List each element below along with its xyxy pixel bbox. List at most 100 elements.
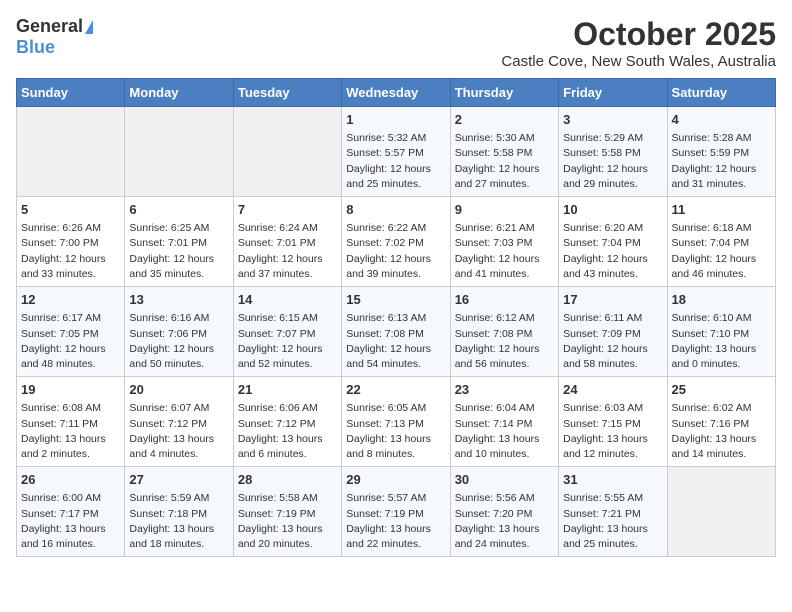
cell-content: Sunrise: 6:20 AM Sunset: 7:04 PM Dayligh… [563,221,662,282]
day-number: 15 [346,291,445,309]
cell-content: Sunrise: 6:22 AM Sunset: 7:02 PM Dayligh… [346,221,445,282]
calendar-cell: 2 Sunrise: 5:30 AM Sunset: 5:58 PM Daylig… [450,107,558,197]
cell-content: Sunrise: 6:12 AM Sunset: 7:08 PM Dayligh… [455,311,554,372]
calendar-cell: 31 Sunrise: 5:55 AM Sunset: 7:21 PM Dayli… [559,467,667,557]
calendar-cell: 10 Sunrise: 6:20 AM Sunset: 7:04 PM Dayli… [559,197,667,287]
calendar-week-row: 12Sunrise: 6:17 AM Sunset: 7:05 PM Dayli… [17,287,776,377]
day-number: 19 [21,381,120,399]
day-header-friday: Friday [559,79,667,107]
cell-content: Sunrise: 6:25 AM Sunset: 7:01 PM Dayligh… [129,221,228,282]
cell-content: Sunrise: 6:13 AM Sunset: 7:08 PM Dayligh… [346,311,445,372]
cell-content: Sunrise: 5:29 AM Sunset: 5:58 PM Dayligh… [563,131,662,192]
cell-content: Sunrise: 6:07 AM Sunset: 7:12 PM Dayligh… [129,401,228,462]
page-header: General Blue October 2025 Castle Cove, N… [16,16,776,70]
cell-content: Sunrise: 5:56 AM Sunset: 7:20 PM Dayligh… [455,491,554,552]
calendar-cell: 8Sunrise: 6:22 AM Sunset: 7:02 PM Daylig… [342,197,450,287]
calendar-cell: 11Sunrise: 6:18 AM Sunset: 7:04 PM Dayli… [667,197,775,287]
day-header-tuesday: Tuesday [233,79,341,107]
cell-content: Sunrise: 5:32 AM Sunset: 5:57 PM Dayligh… [346,131,445,192]
calendar-cell: 4Sunrise: 5:28 AM Sunset: 5:59 PM Daylig… [667,107,775,197]
calendar-cell: 19 Sunrise: 6:08 AM Sunset: 7:11 PM Dayli… [17,377,125,467]
cell-content: Sunrise: 5:57 AM Sunset: 7:19 PM Dayligh… [346,491,445,552]
calendar-cell: 14Sunrise: 6:15 AM Sunset: 7:07 PM Dayli… [233,287,341,377]
cell-content: Sunrise: 6:24 AM Sunset: 7:01 PM Dayligh… [238,221,337,282]
day-number: 1 [346,111,445,129]
calendar-cell: 23 Sunrise: 6:04 AM Sunset: 7:14 PM Dayli… [450,377,558,467]
page-subtitle: Castle Cove, New South Wales, Australia [501,53,776,70]
calendar-week-row: 5Sunrise: 6:26 AM Sunset: 7:00 PM Daylig… [17,197,776,287]
calendar-cell: 7 Sunrise: 6:24 AM Sunset: 7:01 PM Daylig… [233,197,341,287]
calendar-cell: 12Sunrise: 6:17 AM Sunset: 7:05 PM Dayli… [17,287,125,377]
day-number: 25 [672,381,771,399]
cell-content: Sunrise: 6:03 AM Sunset: 7:15 PM Dayligh… [563,401,662,462]
day-header-saturday: Saturday [667,79,775,107]
title-block: October 2025 Castle Cove, New South Wale… [501,16,776,70]
page-title: October 2025 [501,16,776,53]
cell-content: Sunrise: 6:11 AM Sunset: 7:09 PM Dayligh… [563,311,662,372]
day-number: 21 [238,381,337,399]
day-number: 20 [129,381,228,399]
calendar-cell: 13Sunrise: 6:16 AM Sunset: 7:06 PM Dayli… [125,287,233,377]
cell-content: Sunrise: 6:02 AM Sunset: 7:16 PM Dayligh… [672,401,771,462]
cell-content: Sunrise: 6:21 AM Sunset: 7:03 PM Dayligh… [455,221,554,282]
calendar-cell: 17 Sunrise: 6:11 AM Sunset: 7:09 PM Dayli… [559,287,667,377]
cell-content: Sunrise: 5:30 AM Sunset: 5:58 PM Dayligh… [455,131,554,192]
day-number: 26 [21,471,120,489]
day-number: 23 [455,381,554,399]
day-number: 9 [455,201,554,219]
calendar-cell: 25 Sunrise: 6:02 AM Sunset: 7:16 PM Dayli… [667,377,775,467]
calendar-cell: 26 Sunrise: 6:00 AM Sunset: 7:17 PM Dayli… [17,467,125,557]
calendar-cell: 18 Sunrise: 6:10 AM Sunset: 7:10 PM Dayli… [667,287,775,377]
cell-content: Sunrise: 6:15 AM Sunset: 7:07 PM Dayligh… [238,311,337,372]
calendar-cell: 20 Sunrise: 6:07 AM Sunset: 7:12 PM Dayli… [125,377,233,467]
day-number: 29 [346,471,445,489]
day-number: 10 [563,201,662,219]
calendar-cell: 6 Sunrise: 6:25 AM Sunset: 7:01 PM Daylig… [125,197,233,287]
calendar-cell: 1 Sunrise: 5:32 AM Sunset: 5:57 PM Daylig… [342,107,450,197]
day-number: 24 [563,381,662,399]
day-header-monday: Monday [125,79,233,107]
cell-content: Sunrise: 6:00 AM Sunset: 7:17 PM Dayligh… [21,491,120,552]
day-number: 17 [563,291,662,309]
day-number: 27 [129,471,228,489]
day-number: 2 [455,111,554,129]
calendar-table: SundayMondayTuesdayWednesdayThursdayFrid… [16,78,776,557]
cell-content: Sunrise: 6:26 AM Sunset: 7:00 PM Dayligh… [21,221,120,282]
calendar-week-row: 26 Sunrise: 6:00 AM Sunset: 7:17 PM Dayli… [17,467,776,557]
day-number: 3 [563,111,662,129]
calendar-cell: 21 Sunrise: 6:06 AM Sunset: 7:12 PM Dayli… [233,377,341,467]
day-header-thursday: Thursday [450,79,558,107]
calendar-cell [17,107,125,197]
calendar-cell: 24 Sunrise: 6:03 AM Sunset: 7:15 PM Dayli… [559,377,667,467]
calendar-cell: 5Sunrise: 6:26 AM Sunset: 7:00 PM Daylig… [17,197,125,287]
cell-content: Sunrise: 6:06 AM Sunset: 7:12 PM Dayligh… [238,401,337,462]
logo-blue-text: Blue [16,37,55,58]
cell-content: Sunrise: 5:55 AM Sunset: 7:21 PM Dayligh… [563,491,662,552]
cell-content: Sunrise: 6:17 AM Sunset: 7:05 PM Dayligh… [21,311,120,372]
calendar-cell: 28 Sunrise: 5:58 AM Sunset: 7:19 PM Dayli… [233,467,341,557]
logo: General Blue [16,16,93,58]
header-row: SundayMondayTuesdayWednesdayThursdayFrid… [17,79,776,107]
cell-content: Sunrise: 6:10 AM Sunset: 7:10 PM Dayligh… [672,311,771,372]
cell-content: Sunrise: 6:04 AM Sunset: 7:14 PM Dayligh… [455,401,554,462]
day-number: 7 [238,201,337,219]
calendar-week-row: 19 Sunrise: 6:08 AM Sunset: 7:11 PM Dayli… [17,377,776,467]
day-number: 31 [563,471,662,489]
day-number: 16 [455,291,554,309]
cell-content: Sunrise: 5:58 AM Sunset: 7:19 PM Dayligh… [238,491,337,552]
cell-content: Sunrise: 6:08 AM Sunset: 7:11 PM Dayligh… [21,401,120,462]
logo-general-text: General [16,16,83,37]
day-number: 28 [238,471,337,489]
logo-icon [85,20,93,34]
calendar-cell: 9 Sunrise: 6:21 AM Sunset: 7:03 PM Daylig… [450,197,558,287]
cell-content: Sunrise: 6:05 AM Sunset: 7:13 PM Dayligh… [346,401,445,462]
day-header-sunday: Sunday [17,79,125,107]
day-number: 6 [129,201,228,219]
cell-content: Sunrise: 5:28 AM Sunset: 5:59 PM Dayligh… [672,131,771,192]
day-number: 30 [455,471,554,489]
calendar-cell: 15 Sunrise: 6:13 AM Sunset: 7:08 PM Dayli… [342,287,450,377]
calendar-cell [125,107,233,197]
day-number: 18 [672,291,771,309]
calendar-cell: 27Sunrise: 5:59 AM Sunset: 7:18 PM Dayli… [125,467,233,557]
day-header-wednesday: Wednesday [342,79,450,107]
